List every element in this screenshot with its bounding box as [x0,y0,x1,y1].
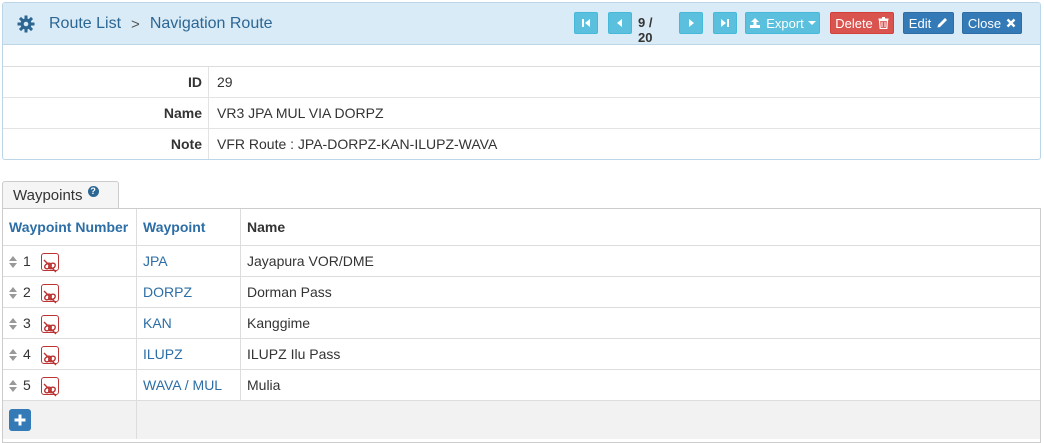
previous-record-button[interactable] [608,12,632,34]
remove-link-icon[interactable] [41,253,59,273]
waypoint-name: Dorman Pass [247,284,332,300]
waypoint-number-cell: 2 [3,277,137,307]
breadcrumb-separator: > [131,15,140,33]
column-header-waypoint[interactable]: Waypoint [137,209,241,245]
drag-handle-icon[interactable] [9,348,17,362]
table-row: 4 ILUPZ ILUPZ Ilu Pass [3,339,1040,370]
gear-icon[interactable] [17,15,35,33]
pencil-icon [937,18,948,28]
add-waypoint-button[interactable] [9,409,31,431]
waypoint-name: Kanggime [247,315,311,331]
note-value: VFR Route : JPA-DORPZ-KAN-ILUPZ-WAVA [217,136,498,152]
export-button[interactable]: Export [745,12,820,34]
waypoint-number-cell: 5 [3,370,137,400]
name-value: VR3 JPA MUL VIA DORPZ [217,105,384,121]
waypoint-link[interactable]: WAVA / MUL [137,370,241,400]
delete-button[interactable]: Delete [830,12,894,34]
delete-label: Delete [835,15,873,31]
next-record-button[interactable] [679,12,703,34]
edit-button[interactable]: Edit [903,12,954,34]
waypoint-name: Jayapura VOR/DME [247,253,374,269]
waypoint-number: 4 [23,346,31,362]
waypoint-number: 5 [23,377,31,393]
remove-link-icon[interactable] [41,315,59,335]
close-button[interactable]: Close [962,12,1022,34]
column-header-waypoint-number[interactable]: Waypoint Number [3,209,137,245]
pager-indicator: 9 / 20 [638,15,653,45]
waypoint-number: 2 [23,284,31,300]
route-detail-panel: Route List > Navigation Route 9 / 20 Exp… [2,2,1041,160]
table-row: 1 JPA Jayapura VOR/DME [3,246,1040,277]
drag-handle-icon[interactable] [9,286,17,300]
detail-table: ID 29 Name VR3 JPA MUL VIA DORPZ Note VF… [3,67,1040,159]
waypoint-name: ILUPZ Ilu Pass [247,346,341,362]
breadcrumb-route-list-link[interactable]: Route List [49,15,121,33]
waypoint-number-cell: 4 [3,339,137,369]
column-header-name: Name [247,219,286,235]
next-icon [689,19,694,27]
plus-icon [14,414,26,426]
drag-handle-icon[interactable] [9,255,17,269]
remove-link-icon[interactable] [41,377,59,397]
detail-row-note: Note VFR Route : JPA-DORPZ-KAN-ILUPZ-WAV… [3,129,1040,159]
remove-link-icon[interactable] [41,346,59,366]
drag-handle-icon[interactable] [9,379,17,393]
id-value: 29 [217,74,233,90]
panel-header: Route List > Navigation Route 9 / 20 Exp… [3,3,1040,45]
first-icon [582,19,590,27]
id-label: ID [3,67,209,97]
waypoint-number-cell: 1 [3,246,137,276]
waypoint-link[interactable]: ILUPZ [137,339,241,369]
last-icon [721,19,729,27]
previous-icon [617,19,622,27]
waypoints-grid: Waypoint Number Waypoint Name 1 JPA Jaya… [2,208,1041,443]
waypoint-number-cell: 3 [3,308,137,338]
help-icon[interactable]: ? [87,186,99,197]
waypoint-number: 3 [23,315,31,331]
grid-footer [3,401,1040,439]
tab-waypoints-label: Waypoints [13,187,83,204]
export-icon [750,18,761,28]
tab-waypoints[interactable]: Waypoints ? [2,181,119,209]
breadcrumb: Route List > Navigation Route [17,3,273,45]
name-label: Name [3,98,209,128]
table-row: 3 KAN Kanggime [3,308,1040,339]
panel-spacer [3,45,1040,67]
last-record-button[interactable] [713,12,737,34]
waypoint-number: 1 [23,253,31,269]
chevron-down-icon [807,21,816,25]
edit-label: Edit [908,15,932,31]
table-row: 5 WAVA / MUL Mulia [3,370,1040,401]
drag-handle-icon[interactable] [9,317,17,331]
table-row: 2 DORPZ Dorman Pass [3,277,1040,308]
first-record-button[interactable] [574,12,598,34]
waypoint-name: Mulia [247,377,281,393]
remove-link-icon[interactable] [41,284,59,304]
waypoint-link[interactable]: KAN [137,308,241,338]
close-icon [1006,18,1016,28]
page-title: Navigation Route [149,15,273,32]
waypoint-link[interactable]: DORPZ [137,277,241,307]
trash-icon [878,17,889,29]
grid-header-row: Waypoint Number Waypoint Name [3,209,1040,246]
grid-footer-actions [3,401,137,439]
note-label: Note [3,129,209,159]
detail-row-id: ID 29 [3,67,1040,98]
export-label: Export [766,15,804,31]
detail-row-name: Name VR3 JPA MUL VIA DORPZ [3,98,1040,129]
waypoint-link[interactable]: JPA [137,246,241,276]
close-label: Close [967,15,1002,31]
